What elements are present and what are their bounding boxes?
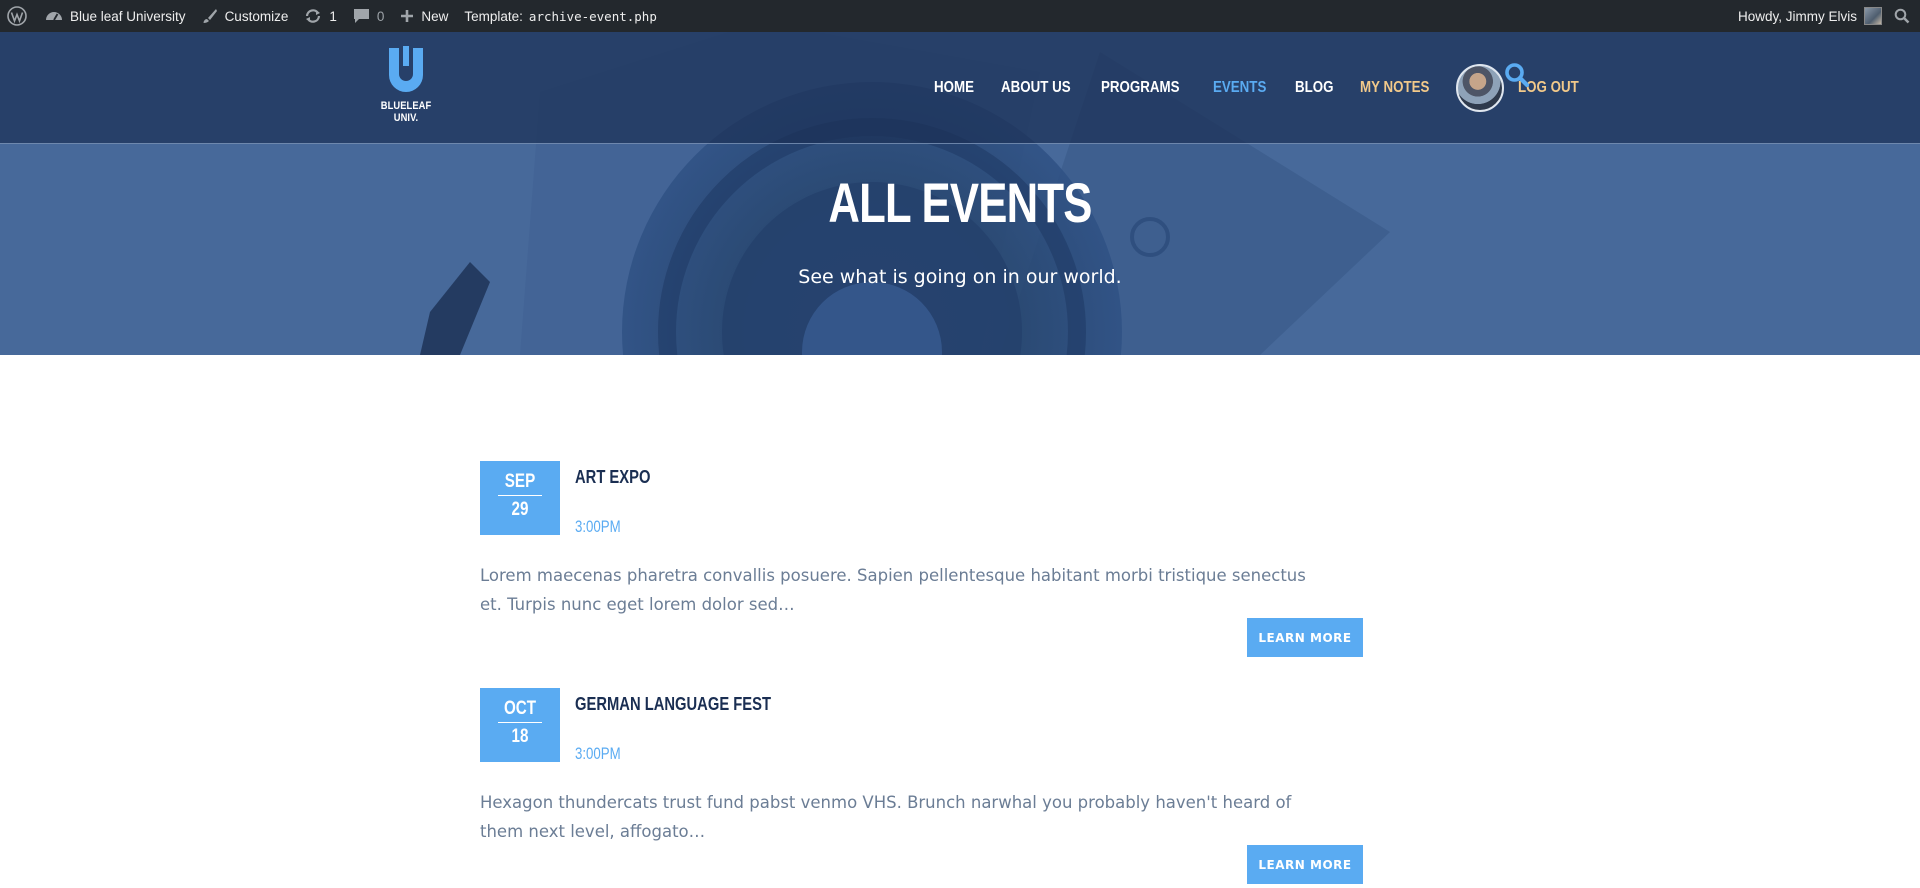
page-banner: BLUELEAF UNIV. HOME ABOUT US PROGRAMS EV… [0,32,1920,355]
nav-about-us[interactable]: ABOUT US [1001,79,1071,97]
date-divider [498,722,542,723]
learn-more-button[interactable]: LEARN MORE [1247,845,1363,884]
event-time: 3:00PM [575,517,621,536]
u-logo-icon [389,46,423,92]
search-icon [1894,8,1910,24]
nav-my-notes[interactable]: MY NOTES [1360,79,1429,97]
nav-events[interactable]: EVENTS [1213,79,1266,97]
event-day: 18 [511,726,529,747]
nav-home[interactable]: HOME [934,79,974,97]
template-info[interactable]: Template: archive-event.php [456,0,664,32]
page-subtitle: See what is going on in our world. [798,266,1122,288]
event-month: SEP [504,471,536,492]
wordpress-icon [7,6,27,26]
updates-link[interactable]: 1 [296,0,345,32]
dashboard-icon [45,8,63,24]
comments-link[interactable]: 0 [345,0,393,32]
new-label: New [421,8,449,24]
learn-more-button[interactable]: LEARN MORE [1247,618,1363,657]
site-search-button[interactable] [1504,62,1530,92]
event-date-badge[interactable]: SEP 29 [480,461,560,535]
event-excerpt: Lorem maecenas pharetra convallis posuer… [480,566,1306,614]
site-logo[interactable]: BLUELEAF UNIV. [366,46,446,124]
brush-icon [202,8,218,24]
search-icon [1504,63,1530,92]
date-divider [498,495,542,496]
new-content-link[interactable]: New [392,0,456,32]
plus-icon [400,9,414,23]
event-excerpt: Hexagon thundercats trust fund pabst ven… [480,793,1292,841]
page-title: ALL EVENTS [828,171,1092,234]
site-name-link[interactable]: Blue leaf University [37,0,194,32]
comment-icon [353,8,370,24]
event-time: 3:00PM [575,744,621,763]
site-name: Blue leaf University [70,8,186,24]
howdy-greeting: Howdy, Jimmy Elvis [1737,8,1857,24]
template-label: Template: [464,8,523,24]
event-title-link[interactable]: GERMAN LANGUAGE FEST [575,694,771,715]
customize-link[interactable]: Customize [194,0,297,32]
event-month: OCT [503,698,537,719]
site-header: BLUELEAF UNIV. HOME ABOUT US PROGRAMS EV… [0,32,1920,144]
updates-icon [304,8,322,24]
logo-text: BLUELEAF UNIV. [380,100,432,124]
admin-avatar [1864,7,1882,25]
updates-count: 1 [329,8,337,24]
event-day: 29 [511,499,529,520]
wordpress-logo-button[interactable] [0,0,37,32]
account-menu[interactable]: Howdy, Jimmy Elvis [1730,0,1886,32]
customize-label: Customize [224,8,289,24]
nav-blog[interactable]: BLOG [1295,79,1334,97]
admin-bar: Blue leaf University Customize 1 0 New T… [0,0,1920,32]
user-avatar[interactable] [1456,63,1505,112]
template-file: archive-event.php [528,8,657,24]
event-date-badge[interactable]: OCT 18 [480,688,560,762]
event-title-link[interactable]: ART EXPO [575,467,650,488]
nav-programs[interactable]: PROGRAMS [1101,79,1180,97]
admin-search-button[interactable] [1886,0,1920,32]
comments-count: 0 [376,8,385,24]
